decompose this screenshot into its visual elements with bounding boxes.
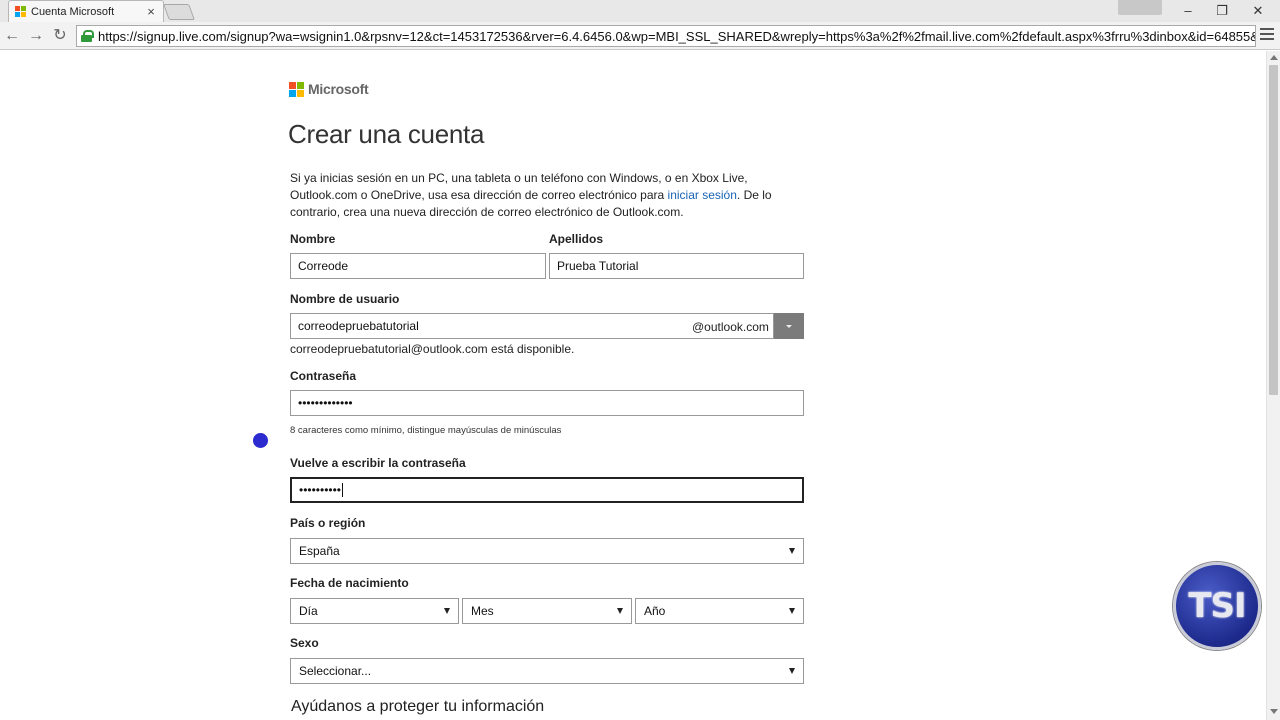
username-availability-note: correodepruebatutorial@outlook.com está …: [290, 342, 575, 356]
tsi-watermark-text: TSI: [1188, 586, 1246, 626]
browser-tab[interactable]: Cuenta Microsoft ×: [8, 0, 164, 22]
dropdown-arrow-icon: [617, 608, 623, 614]
back-arrow-icon[interactable]: ←: [2, 26, 22, 46]
confirm-password-label: Vuelve a escribir la contraseña: [290, 456, 466, 470]
last-name-field[interactable]: Prueba Tutorial: [549, 253, 804, 279]
birth-year-value: Año: [644, 604, 666, 618]
address-bar[interactable]: https://signup.live.com/signup?wa=wsigni…: [76, 25, 1256, 47]
domain-dropdown-button[interactable]: [774, 313, 804, 339]
reload-icon[interactable]: ↻: [50, 26, 70, 46]
scrollbar-thumb[interactable]: [1269, 65, 1278, 395]
dropdown-arrow-icon: [789, 668, 795, 674]
birth-day-select[interactable]: Día: [290, 598, 459, 624]
microsoft-windows-logo-icon: [289, 81, 304, 97]
new-tab-button[interactable]: [163, 4, 195, 20]
microsoft-logo: Microsoft: [289, 81, 369, 97]
username-label: Nombre de usuario: [290, 292, 400, 306]
browser-titlebar: Cuenta Microsoft × – ❐ ✕: [0, 0, 1280, 22]
security-section-heading: Ayúdanos a proteger tu información: [291, 698, 545, 715]
restore-window-icon[interactable]: ❐: [1208, 2, 1236, 20]
browser-menu-icon[interactable]: [1260, 28, 1274, 42]
scroll-down-arrow-icon[interactable]: [1270, 709, 1278, 714]
country-select[interactable]: España: [290, 538, 804, 564]
forward-arrow-icon[interactable]: →: [26, 26, 46, 46]
country-label: País o región: [290, 516, 366, 530]
microsoft-logo-text: Microsoft: [308, 81, 369, 97]
last-name-label: Apellidos: [549, 232, 604, 246]
dropdown-arrow-icon: [789, 608, 795, 614]
close-window-icon[interactable]: ✕: [1244, 2, 1272, 20]
password-hint: 8 caracteres como mínimo, distingue mayú…: [290, 425, 562, 436]
birth-day-value: Día: [299, 604, 318, 618]
sign-in-link[interactable]: iniciar sesión: [668, 188, 737, 202]
gender-value: Seleccionar...: [299, 664, 372, 678]
birth-month-value: Mes: [471, 604, 494, 618]
first-name-field[interactable]: Correode: [290, 253, 546, 279]
url-text: https://signup.live.com/signup?wa=wsigni…: [98, 28, 1256, 44]
birth-month-select[interactable]: Mes: [462, 598, 632, 624]
mouse-cursor-highlight: [253, 433, 268, 448]
last-name-value: Prueba Tutorial: [557, 259, 639, 273]
tab-title: Cuenta Microsoft: [31, 5, 115, 18]
password-label: Contraseña: [290, 369, 357, 383]
secure-lock-icon: [81, 30, 94, 42]
gender-select[interactable]: Seleccionar...: [290, 658, 804, 684]
scroll-up-arrow-icon[interactable]: [1270, 55, 1278, 60]
password-field[interactable]: •••••••••••••: [290, 390, 804, 416]
birthdate-label: Fecha de nacimiento: [290, 576, 409, 590]
domain-suffix: @outlook.com: [692, 320, 769, 334]
confirm-password-field[interactable]: ••••••••••: [290, 477, 804, 503]
page-content: Microsoft Crear una cuenta Si ya inicias…: [0, 51, 1266, 720]
dropdown-arrow-icon: [444, 608, 450, 614]
gender-label: Sexo: [290, 636, 319, 650]
text-caret: [342, 483, 344, 497]
birth-year-select[interactable]: Año: [635, 598, 804, 624]
username-value: correodepruebatutorial: [298, 319, 419, 333]
intro-paragraph: Si ya inicias sesión en un PC, una table…: [290, 170, 790, 221]
confirm-password-value: ••••••••••: [299, 483, 342, 497]
browser-toolbar: ← → ↻ https://signup.live.com/signup?wa=…: [0, 22, 1280, 50]
password-value: •••••••••••••: [298, 396, 353, 410]
first-name-value: Correode: [298, 259, 349, 273]
minimize-window-icon[interactable]: –: [1174, 2, 1202, 20]
tab-close-icon[interactable]: ×: [145, 4, 157, 19]
dropdown-arrow-icon: [789, 548, 795, 554]
page-scrollbar[interactable]: [1266, 51, 1280, 720]
tsi-watermark-logo: TSI: [1173, 562, 1261, 650]
country-value: España: [299, 544, 340, 558]
first-name-label: Nombre: [290, 232, 336, 246]
profile-button[interactable]: [1118, 0, 1162, 15]
microsoft-favicon-icon: [15, 5, 27, 18]
page-title: Crear una cuenta: [288, 119, 485, 149]
